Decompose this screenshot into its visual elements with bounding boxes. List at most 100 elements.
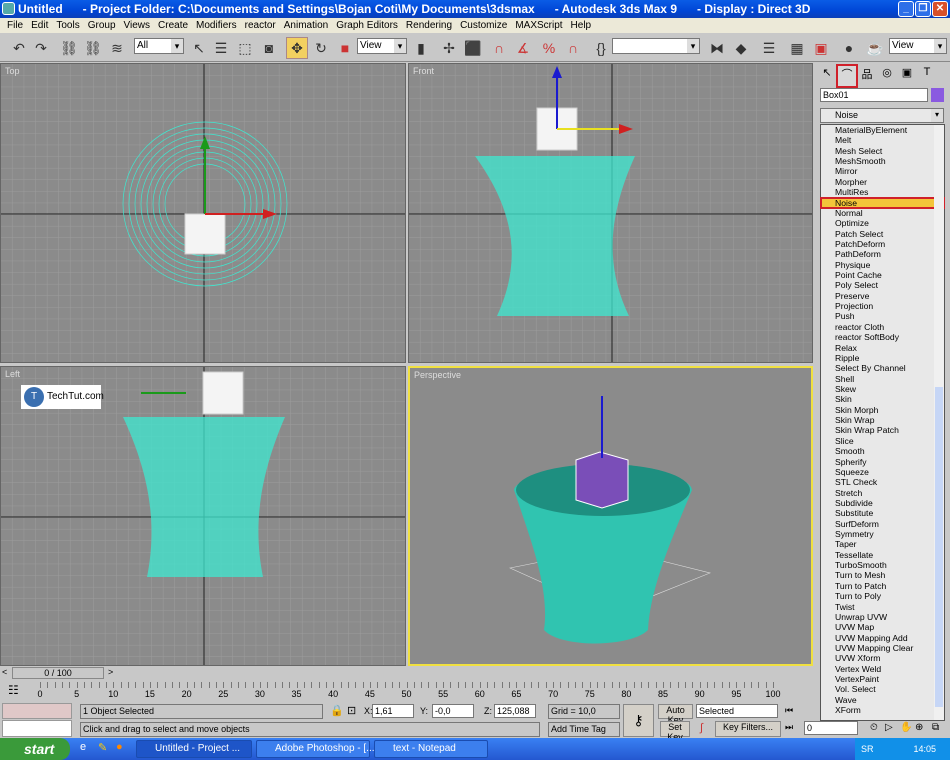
auto-key-button[interactable]: Auto Key (658, 704, 693, 725)
bind-space-warp-icon[interactable]: ≋ (106, 37, 128, 59)
menu-create[interactable]: Create (154, 18, 192, 33)
modifier-item[interactable]: MultiRes (821, 187, 944, 197)
default-in-out-tangent-icon[interactable]: ∫ (700, 722, 703, 734)
modifier-item[interactable]: Skew (821, 384, 944, 394)
time-slider[interactable]: < 0 / 100 > (0, 667, 815, 680)
undo-icon[interactable]: ↶ (8, 37, 30, 59)
layer-manager-icon[interactable]: ☰ (758, 37, 780, 59)
maximize-viewport-icon[interactable]: ⧉ (932, 722, 939, 733)
modifier-item[interactable]: Skin Morph (821, 405, 944, 415)
motion-tab-icon[interactable]: ◎ (878, 66, 896, 86)
modifier-item[interactable]: Shell (821, 374, 944, 384)
menu-animation[interactable]: Animation (280, 18, 332, 33)
select-and-move-icon[interactable]: ✥ (286, 37, 308, 59)
modifier-item[interactable]: Melt (821, 135, 944, 145)
modifier-item[interactable]: Skin (821, 394, 944, 404)
modifier-item[interactable]: Relax (821, 343, 944, 353)
lock-icon[interactable]: 🔒 (330, 704, 344, 717)
viewport-perspective[interactable]: Perspective (408, 366, 813, 666)
modifier-item[interactable]: PatchDeform (821, 239, 944, 249)
z-coordinate-field[interactable]: 125,088 (494, 704, 536, 718)
set-key-icon[interactable]: ⚷ (623, 704, 654, 737)
modifier-item[interactable]: UVW Xform (821, 653, 944, 663)
menu-edit[interactable]: Edit (27, 18, 52, 33)
modifier-item[interactable]: XForm (821, 705, 944, 715)
selection-filter-dropdown[interactable]: All (134, 38, 184, 54)
angle-snap-icon[interactable]: ∡ (512, 37, 534, 59)
named-selection-dropdown[interactable] (612, 38, 700, 54)
rectangular-selection-icon[interactable]: ⬚ (234, 37, 256, 59)
modifier-item[interactable]: UVW Map (821, 622, 944, 632)
modify-tab-icon[interactable]: ⌒ (836, 64, 858, 88)
select-by-name-icon[interactable]: ☰ (210, 37, 232, 59)
menu-file[interactable]: File (3, 18, 27, 33)
prev-frame-icon[interactable]: < (2, 667, 7, 677)
modifier-item[interactable]: MaterialByElement (821, 125, 944, 135)
modifier-item[interactable]: Preserve (821, 291, 944, 301)
menu-maxscript[interactable]: MAXScript (511, 18, 566, 33)
modifier-item[interactable]: STL Check (821, 477, 944, 487)
percent-snap-icon[interactable]: % (538, 37, 560, 59)
menu-group[interactable]: Group (84, 18, 120, 33)
viewport-label[interactable]: Top (5, 66, 20, 76)
modifier-list[interactable]: MaterialByElement Melt Mesh Select MeshSmoo… (820, 124, 945, 721)
keyboard-shortcut-icon[interactable]: ⬛ (462, 37, 484, 59)
modifier-item[interactable]: Noise (820, 196, 945, 209)
modifier-item[interactable]: Vol. Select (821, 684, 944, 694)
modifier-item[interactable]: PathDeform (821, 249, 944, 259)
viewport-label[interactable]: Front (413, 66, 434, 76)
modifier-item[interactable]: Skin Wrap Patch (821, 425, 944, 435)
pan-icon[interactable]: ✋ (900, 722, 912, 733)
task-3dsmax[interactable]: Untitled - Project ... (136, 740, 252, 758)
spinner-snap-icon[interactable]: ∩ (562, 37, 584, 59)
go-to-start-icon[interactable]: ⏮ (785, 705, 793, 716)
modifier-item[interactable]: MeshSmooth (821, 156, 944, 166)
key-filters-button[interactable]: Key Filters... (715, 721, 781, 737)
chevron-down-icon[interactable]: ▾ (931, 109, 943, 122)
modifier-item[interactable]: Smooth (821, 446, 944, 456)
maxscript-listener-white[interactable] (2, 720, 72, 737)
modifier-item[interactable]: Point Cache (821, 270, 944, 280)
set-key-button[interactable]: Set Key (660, 721, 690, 742)
y-coordinate-field[interactable]: -0,0 (432, 704, 474, 718)
snaps-toggle-icon[interactable]: ∩ (488, 37, 510, 59)
render-scene-icon[interactable]: ☕ (864, 37, 886, 59)
modifier-item[interactable]: Patch Select (821, 229, 944, 239)
pivot-center-icon[interactable]: ▮ (410, 37, 432, 59)
absolute-mode-icon[interactable]: ⊡ (347, 704, 356, 717)
task-notepad[interactable]: text - Notepad (374, 740, 488, 758)
start-button[interactable]: start (0, 738, 70, 760)
object-color-swatch[interactable] (931, 88, 944, 102)
quicklaunch-icon[interactable]: ✎ (98, 741, 107, 754)
utilities-tab-icon[interactable]: T (918, 66, 936, 86)
zoom-icon[interactable]: ▷ (885, 722, 893, 733)
manipulate-icon[interactable]: ✢ (438, 37, 460, 59)
redo-icon[interactable]: ↷ (30, 37, 52, 59)
scrollbar-thumb[interactable] (935, 387, 943, 707)
viewport-left[interactable]: Left T TechTut.com (0, 366, 406, 666)
modifier-item[interactable]: TurboSmooth (821, 560, 944, 570)
mirror-icon[interactable]: ⧓ (706, 37, 728, 59)
select-and-rotate-icon[interactable]: ↻ (310, 37, 332, 59)
menu-customize[interactable]: Customize (456, 18, 511, 33)
task-photoshop[interactable]: Adobe Photoshop - [... (256, 740, 375, 758)
modifier-item[interactable]: Morpher (821, 177, 944, 187)
modifier-item[interactable]: Tessellate (821, 550, 944, 560)
window-crossing-icon[interactable]: ◙ (258, 37, 280, 59)
menu-help[interactable]: Help (567, 18, 596, 33)
schematic-view-icon[interactable]: ▣ (810, 37, 832, 59)
modifier-item[interactable]: Mesh Select (821, 146, 944, 156)
maxscript-listener-pink[interactable] (2, 703, 72, 719)
viewport-front[interactable]: Front (408, 63, 813, 363)
menu-modifiers[interactable]: Modifiers (192, 18, 241, 33)
modifier-item[interactable]: Ripple (821, 353, 944, 363)
modifier-item[interactable]: SurfDeform (821, 519, 944, 529)
unlink-icon[interactable]: ⛓ (82, 37, 104, 59)
modifier-item[interactable]: Normal (821, 208, 944, 218)
modifier-item[interactable]: Twist (821, 602, 944, 612)
modifier-item[interactable]: Unwrap UVW (821, 612, 944, 622)
object-name-field[interactable]: Box01 (820, 88, 928, 102)
modifier-item[interactable]: Select By Channel (821, 363, 944, 373)
modifier-item[interactable]: Turn to Patch (821, 581, 944, 591)
key-mode-dropdown[interactable]: Selected (696, 704, 778, 718)
